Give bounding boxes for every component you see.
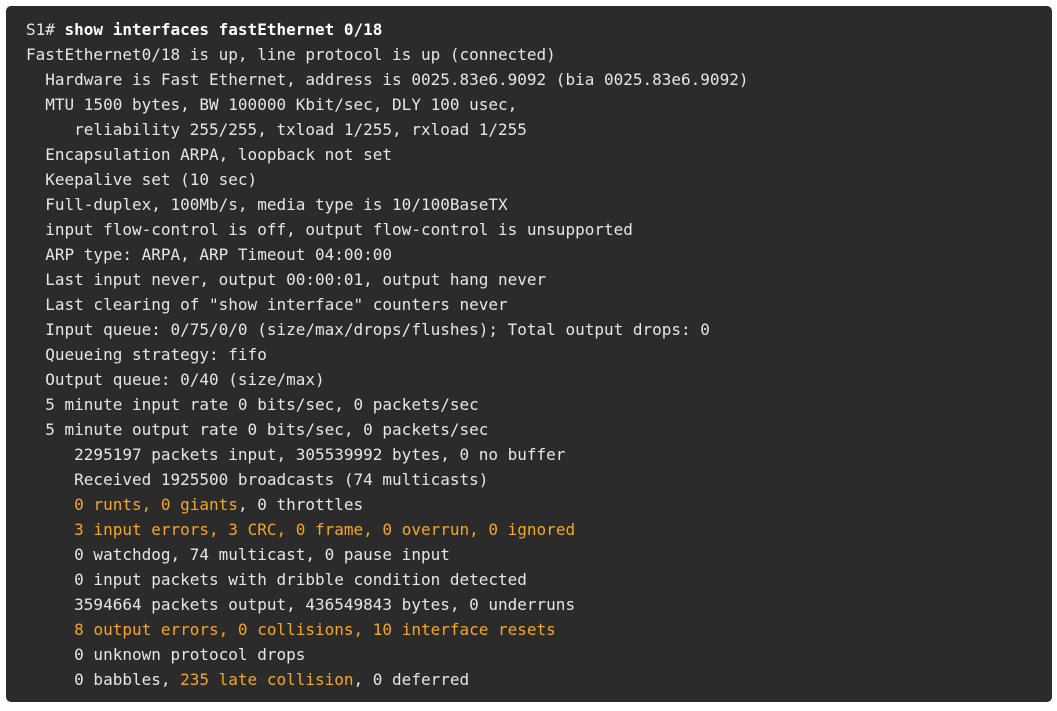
output-text: 0 babbles, (26, 670, 181, 689)
output-line: ARP type: ARPA, ARP Timeout 04:00:00 (26, 242, 1052, 267)
output-line: Encapsulation ARPA, loopback not set (26, 142, 1052, 167)
highlighted-text: 0 runts, 0 giants (74, 495, 238, 514)
output-text: , 0 throttles (237, 495, 364, 514)
output-text: 3594664 packets output, 436549843 bytes,… (26, 595, 576, 614)
output-text: Output queue: 0/40 (size/max) (26, 370, 325, 389)
output-text: 2295197 packets input, 305539992 bytes, … (26, 445, 566, 464)
highlighted-text: 235 late collision (180, 670, 354, 689)
output-line: MTU 1500 bytes, BW 100000 Kbit/sec, DLY … (26, 92, 1052, 117)
output-text: Last clearing of "show interface" counte… (26, 295, 508, 314)
output-line: input flow-control is off, output flow-c… (26, 217, 1052, 242)
output-line: 3 input errors, 3 CRC, 0 frame, 0 overru… (26, 517, 1052, 542)
output-text: 5 minute input rate 0 bits/sec, 0 packet… (26, 395, 479, 414)
output-text: Queueing strategy: fifo (26, 345, 267, 364)
output-text: input flow-control is off, output flow-c… (26, 220, 633, 239)
output-line: Output queue: 0/40 (size/max) (26, 367, 1052, 392)
terminal-output: S1# show interfaces fastEthernet 0/18 Fa… (6, 6, 1052, 702)
output-block: FastEthernet0/18 is up, line protocol is… (26, 42, 1052, 692)
output-line: 0 watchdog, 74 multicast, 0 pause input (26, 542, 1052, 567)
output-text: reliability 255/255, txload 1/255, rxloa… (26, 120, 527, 139)
output-text: Hardware is Fast Ethernet, address is 00… (26, 70, 749, 89)
command-line: S1# show interfaces fastEthernet 0/18 (26, 17, 1052, 42)
output-line: FastEthernet0/18 is up, line protocol is… (26, 42, 1052, 67)
output-line: 2295197 packets input, 305539992 bytes, … (26, 442, 1052, 467)
output-line: Queueing strategy: fifo (26, 342, 1052, 367)
output-text: , 0 deferred (353, 670, 470, 689)
output-line: Input queue: 0/75/0/0 (size/max/drops/fl… (26, 317, 1052, 342)
output-line: 5 minute input rate 0 bits/sec, 0 packet… (26, 392, 1052, 417)
output-line: 5 minute output rate 0 bits/sec, 0 packe… (26, 417, 1052, 442)
output-line: Full-duplex, 100Mb/s, media type is 10/1… (26, 192, 1052, 217)
output-text: Received 1925500 broadcasts (74 multicas… (26, 470, 489, 489)
output-line: Hardware is Fast Ethernet, address is 00… (26, 67, 1052, 92)
output-text: Encapsulation ARPA, loopback not set (26, 145, 393, 164)
output-text: ARP type: ARPA, ARP Timeout 04:00:00 (26, 245, 393, 264)
output-line: reliability 255/255, txload 1/255, rxloa… (26, 117, 1052, 142)
output-line: Last clearing of "show interface" counte… (26, 292, 1052, 317)
prompt: S1# (26, 20, 65, 39)
output-text: MTU 1500 bytes, BW 100000 Kbit/sec, DLY … (26, 95, 518, 114)
output-text: Last input never, output 00:00:01, outpu… (26, 270, 547, 289)
output-line: Received 1925500 broadcasts (74 multicas… (26, 467, 1052, 492)
highlighted-text: 3 input errors, 3 CRC, 0 frame, 0 overru… (74, 520, 576, 539)
output-line: 3594664 packets output, 436549843 bytes,… (26, 592, 1052, 617)
output-text: Input queue: 0/75/0/0 (size/max/drops/fl… (26, 320, 710, 339)
output-text: 0 unknown protocol drops (26, 645, 306, 664)
output-text: Keepalive set (10 sec) (26, 170, 258, 189)
highlighted-text: 8 output errors, 0 collisions, 10 interf… (74, 620, 556, 639)
output-line: Keepalive set (10 sec) (26, 167, 1052, 192)
output-text: 0 input packets with dribble condition d… (26, 570, 527, 589)
output-text: FastEthernet0/18 is up, line protocol is… (26, 45, 556, 64)
output-line: Last input never, output 00:00:01, outpu… (26, 267, 1052, 292)
output-line: 0 runts, 0 giants, 0 throttles (26, 492, 1052, 517)
output-line: 0 input packets with dribble condition d… (26, 567, 1052, 592)
command-text: show interfaces fastEthernet 0/18 (64, 20, 383, 39)
output-text: 0 watchdog, 74 multicast, 0 pause input (26, 545, 450, 564)
output-text: Full-duplex, 100Mb/s, media type is 10/1… (26, 195, 508, 214)
output-text: 5 minute output rate 0 bits/sec, 0 packe… (26, 420, 489, 439)
output-line: 0 babbles, 235 late collision, 0 deferre… (26, 667, 1052, 692)
output-line: 8 output errors, 0 collisions, 10 interf… (26, 617, 1052, 642)
output-line: 0 unknown protocol drops (26, 642, 1052, 667)
